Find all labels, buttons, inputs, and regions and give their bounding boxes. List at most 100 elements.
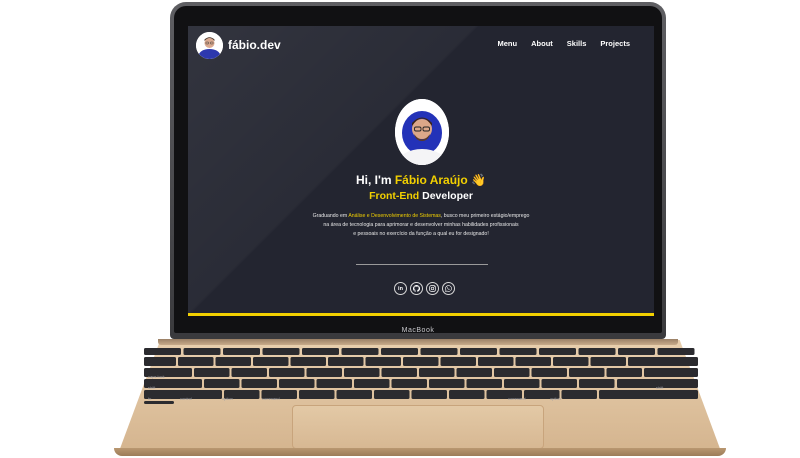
keyboard-key[interactable] [561,390,598,399]
hero-role: Front-End Developer [188,190,654,202]
site-brand[interactable]: fábio.dev [228,38,281,52]
key-label-option-left: option [222,396,233,401]
bio-line3: e pessoais no exercício da função a qual… [353,231,489,237]
nav-link-skills[interactable]: Skills [567,39,587,48]
keyboard-key[interactable] [478,357,514,366]
keyboard-key[interactable] [215,357,252,366]
keyboard-key[interactable] [336,390,373,399]
keyboard-key[interactable] [515,357,552,366]
keyboard-key[interactable] [494,368,530,377]
keyboard-key[interactable] [569,368,605,377]
keyboard-key[interactable] [223,348,260,355]
keyboard-key[interactable] [341,348,379,355]
keyboard-key[interactable] [144,348,181,355]
key-label-command-left: command [262,396,280,401]
keyboard-key[interactable] [618,348,655,355]
keyboard-key[interactable] [599,390,698,399]
browser-viewport: fábio.dev Menu About Skills Projects Hi,… [188,26,654,316]
key-label-caps-lock: caps lock [148,374,165,379]
keyboard-key[interactable] [466,379,503,388]
keyboard-key[interactable] [178,357,214,366]
trackpad[interactable] [292,405,544,449]
nav-link-menu[interactable]: Menu [498,39,518,48]
keyboard-key[interactable] [144,357,176,366]
keyboard-key[interactable] [374,390,410,399]
bio-line1-highlight: Análise e Desenvolvimento de Sistemas [348,213,441,219]
keyboard-key[interactable] [391,379,428,388]
key-label-control: control [180,396,192,401]
keyboard-key[interactable] [553,357,589,366]
keyboard-key[interactable] [299,390,335,399]
keyboard-key[interactable] [381,368,418,377]
keyboard-key[interactable] [657,348,695,355]
base-front-edge [114,448,726,456]
site-navbar: fábio.dev Menu About Skills Projects [188,26,654,66]
keyboard-key[interactable] [290,357,327,366]
keyboard-key[interactable] [460,348,497,355]
keyboard-key[interactable] [504,379,540,388]
keyboard-key[interactable] [183,348,221,355]
linkedin-icon[interactable]: in [394,282,407,295]
instagram-icon[interactable] [426,282,439,295]
keyboard-key[interactable] [590,357,627,366]
screen-glare [188,26,654,316]
keyboard-key[interactable] [204,379,240,388]
role-highlight: Front-End [369,190,420,202]
keyboard-key[interactable] [269,368,305,377]
wave-icon: 👋 [471,173,487,187]
keyboard-key[interactable] [241,379,278,388]
keyboard-key[interactable] [306,368,343,377]
keyboard-key[interactable] [144,401,174,404]
keyboard-key[interactable] [316,379,353,388]
keyboard-key[interactable] [354,379,390,388]
keyboard-key[interactable] [541,379,578,388]
keyboard-key[interactable] [231,368,268,377]
keyboard-key[interactable] [194,368,230,377]
keyboard-key[interactable] [440,357,477,366]
keyboard-key[interactable] [429,379,465,388]
keyboard-key[interactable] [302,348,339,355]
greeting-prefix: Hi, I'm [355,173,395,187]
hero-avatar [395,99,449,165]
github-icon[interactable] [410,282,423,295]
keyboard-key[interactable] [531,368,568,377]
keyboard-key[interactable] [411,390,448,399]
hero-greeting: Hi, I'm Fábio Araújo 👋 [188,173,654,187]
keyboard-key[interactable] [419,368,455,377]
keyboard-key[interactable] [420,348,458,355]
keyboard-key[interactable] [606,368,643,377]
laptop-hinge [158,339,678,345]
nav-links: Menu About Skills Projects [498,39,630,48]
keyboard-key[interactable] [579,379,615,388]
whatsapp-icon[interactable] [442,282,455,295]
keyboard-key[interactable] [628,357,698,366]
keyboard-key[interactable] [262,348,300,355]
keyboard-key[interactable] [365,357,402,366]
key-label-option-right: option [550,396,561,401]
nav-link-projects[interactable]: Projects [600,39,630,48]
keyboard-key[interactable] [279,379,315,388]
key-label-shift-right: shift [656,385,664,390]
nav-link-about[interactable]: About [531,39,553,48]
keyboard-key[interactable] [403,357,439,366]
keyboard-key[interactable] [253,357,289,366]
keyboard-key[interactable] [456,368,493,377]
laptop-lid: fábio.dev Menu About Skills Projects Hi,… [170,2,666,339]
keyboard-key[interactable] [328,357,364,366]
key-label-fn: fn [148,396,151,401]
key-label-command-right: command [508,396,526,401]
keyboard-key[interactable] [344,368,380,377]
keyboard-key[interactable] [644,368,698,377]
social-links: in [394,282,455,295]
keyboard-key[interactable] [578,348,616,355]
keyboard-key[interactable] [381,348,418,355]
brand-avatar[interactable] [196,32,223,59]
keyboard-key[interactable] [449,390,485,399]
keyboard-key[interactable] [539,348,576,355]
keyboard-key[interactable] [499,348,537,355]
bio-line1-suffix: , busco meu primeiro estágio/emprego [440,213,530,219]
device-brand-label: MacBook [401,327,435,334]
accent-bar [188,313,654,316]
role-rest: Developer [419,190,473,202]
hero-name: Fábio Araújo [394,173,468,187]
